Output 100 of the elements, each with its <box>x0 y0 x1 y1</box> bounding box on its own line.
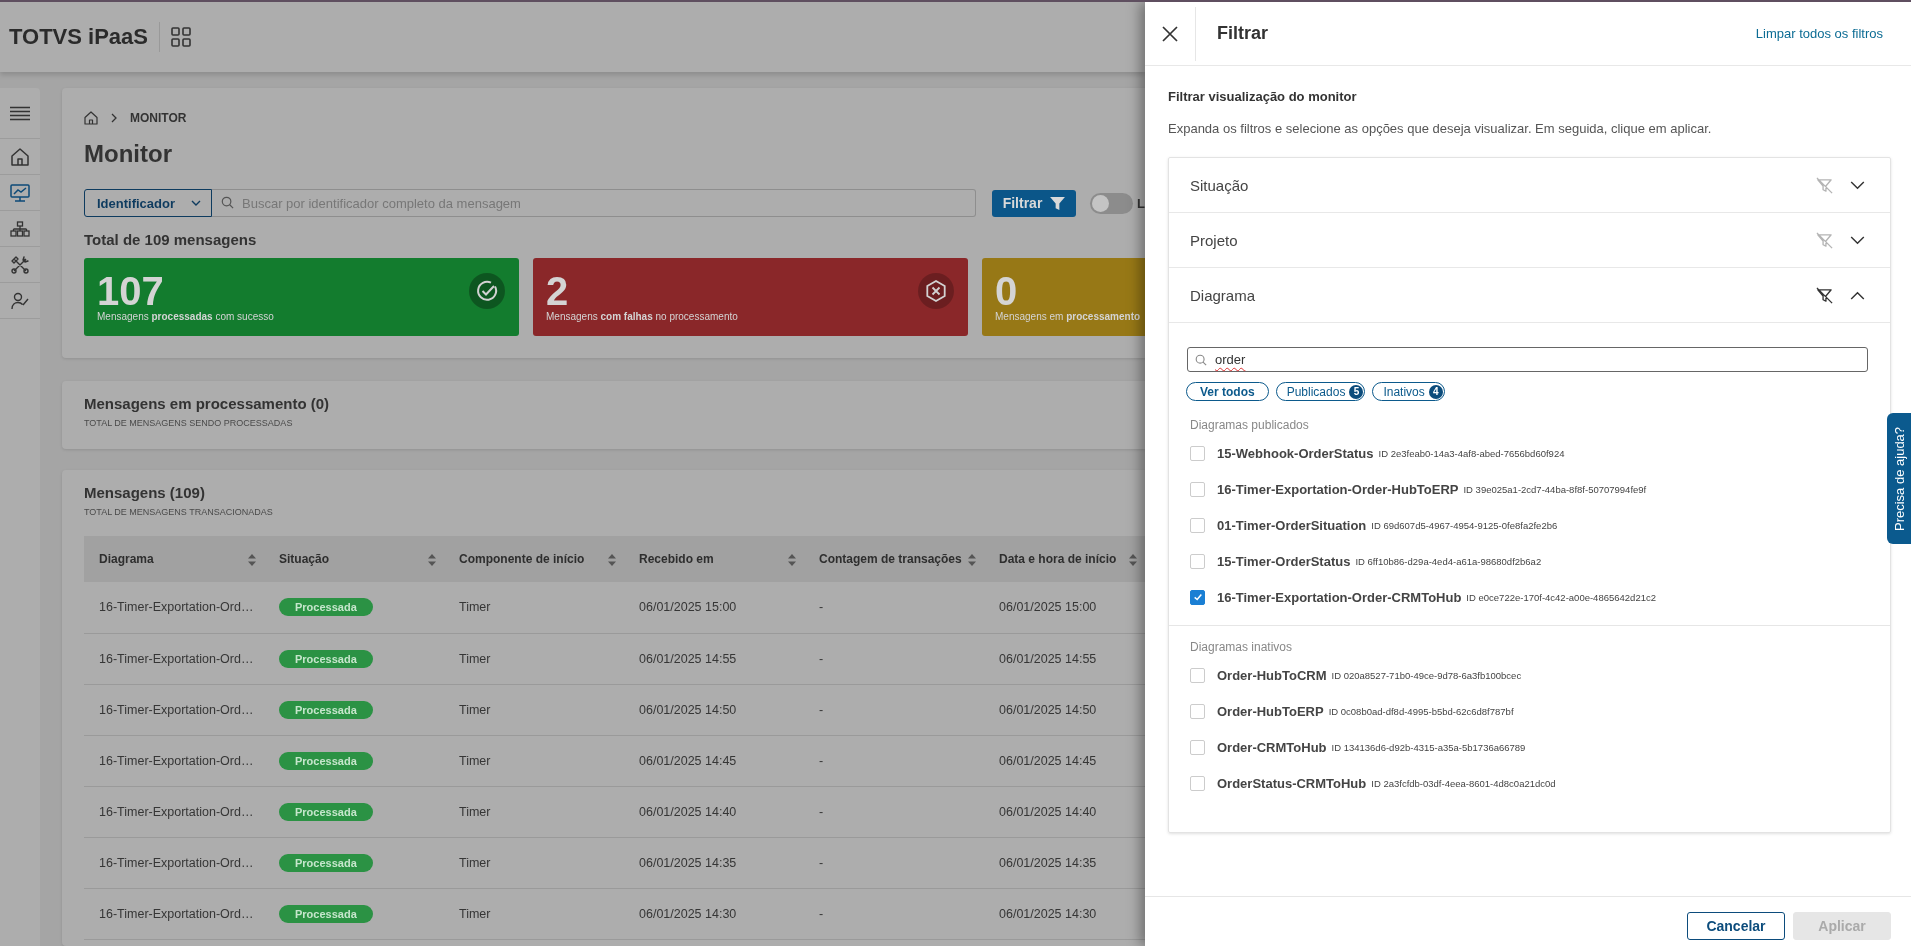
card-title: Mensagens (109) <box>84 484 206 502</box>
table-cell: 16-Timer-Exportation-Ord… <box>99 651 254 666</box>
diagram-search-field[interactable]: order <box>1187 347 1868 372</box>
hierarchy-icon[interactable] <box>10 220 30 237</box>
status-badge: Processada <box>279 598 373 617</box>
table-cell: 06/01/2025 14:30 <box>639 906 737 921</box>
table-cell: - <box>819 804 824 819</box>
table-cell: 06/01/2025 14:40 <box>999 804 1097 819</box>
search-type-select[interactable]: Identificador <box>84 189 212 217</box>
table-cell: Timer <box>459 804 491 819</box>
stat-caption: Mensagens com falhas no processamento <box>546 310 738 323</box>
diagram-name[interactable]: 01-Timer-OrderSituation <box>1217 517 1367 533</box>
home-icon[interactable] <box>84 111 98 125</box>
accordion-header[interactable]: Situação <box>1169 158 1890 213</box>
diagram-name[interactable]: 15-Timer-OrderStatus <box>1217 553 1351 569</box>
diagram-name[interactable]: 16-Timer-Exportation-Order-CRMToHub <box>1217 589 1462 605</box>
count-badge: 4 <box>1428 384 1443 399</box>
table-cell: 16-Timer-Exportation-Ord… <box>99 753 254 768</box>
stat-value: 107 <box>97 272 164 310</box>
sort-icon <box>1129 553 1137 566</box>
status-badge: Processada <box>279 853 373 872</box>
accordion-header[interactable]: Diagrama <box>1169 268 1890 323</box>
card-subtitle: TOTAL DE MENSAGENS SENDO PROCESSADAS <box>84 417 294 429</box>
table-cell: 06/01/2025 14:30 <box>999 906 1097 921</box>
checkbox[interactable] <box>1190 517 1205 533</box>
filter-off-icon[interactable] <box>1815 285 1834 305</box>
diagram-name[interactable]: OrderStatus-CRMToHub <box>1217 775 1367 791</box>
status-badge: Processada <box>279 700 373 719</box>
checkbox[interactable] <box>1190 481 1205 497</box>
table-cell: - <box>819 651 824 666</box>
table-cell: - <box>819 600 824 615</box>
toggle-switch[interactable] <box>1090 192 1133 214</box>
table-cell: Timer <box>459 855 491 870</box>
home-icon[interactable] <box>11 147 29 166</box>
diagram-name[interactable]: 15-Webhook-OrderStatus <box>1217 445 1374 461</box>
sort-icon <box>968 553 976 566</box>
check-circle-icon <box>469 273 505 309</box>
filter-chip[interactable]: Ver todos <box>1186 382 1269 401</box>
clear-filters-link[interactable]: Limpar todos os filtros <box>1755 26 1883 41</box>
chevron-down-icon <box>191 200 201 206</box>
table-cell: 16-Timer-Exportation-Ord… <box>99 600 254 615</box>
card-subtitle: TOTAL DE MENSAGENS TRANSACIONADAS <box>84 506 274 518</box>
table-cell: 16-Timer-Exportation-Ord… <box>99 804 254 819</box>
chevron-right-icon <box>111 113 117 123</box>
diagram-id: ID 2e3feab0-14a3-4af8-abed-7656bd60f924 <box>1378 447 1565 459</box>
checkbox[interactable] <box>1190 667 1205 683</box>
accordion-header[interactable]: Projeto <box>1169 213 1890 268</box>
close-icon[interactable] <box>1162 25 1178 42</box>
toggle-label: L <box>1137 195 1145 211</box>
checkbox[interactable] <box>1190 589 1205 605</box>
help-tab[interactable]: Precisa de ajuda? <box>1887 413 1911 544</box>
grid-icon[interactable] <box>171 27 191 47</box>
total-messages: Total de 109 mensagens <box>84 230 258 250</box>
table-cell: 06/01/2025 14:55 <box>639 651 737 666</box>
diagram-id: ID 020a8527-71b0-49ce-9d78-6a3fb100bcec <box>1331 669 1522 681</box>
filter-heading: Filtrar visualização do monitor <box>1168 88 1358 106</box>
diagram-name[interactable]: 16-Timer-Exportation-Order-HubToERP <box>1217 481 1459 497</box>
column-header[interactable]: Componente de início <box>444 536 624 582</box>
table-cell: 16-Timer-Exportation-Ord… <box>99 855 254 870</box>
menu-icon[interactable] <box>10 105 30 121</box>
status-badge: Processada <box>279 802 373 821</box>
column-header[interactable]: Data e hora de início <box>984 536 1145 582</box>
sort-icon <box>428 553 436 566</box>
column-header[interactable]: Contagem de transações <box>804 536 984 582</box>
search-icon <box>1195 353 1207 366</box>
sort-icon <box>608 553 616 566</box>
diagram-name[interactable]: Order-CRMToHub <box>1217 739 1327 755</box>
stat-caption: Mensagens em processamento <box>995 310 1141 323</box>
table-cell: 06/01/2025 14:35 <box>639 855 737 870</box>
checkbox[interactable] <box>1190 553 1205 569</box>
table-cell: 06/01/2025 14:50 <box>639 702 737 717</box>
sort-icon <box>248 553 256 566</box>
filter-chip[interactable]: Inativos 4 <box>1372 382 1445 401</box>
monitor-chart-icon[interactable] <box>10 183 30 202</box>
tools-icon[interactable] <box>11 255 29 274</box>
user-edit-icon[interactable] <box>11 291 29 310</box>
page-title: Monitor <box>84 140 173 168</box>
table-cell: Timer <box>459 600 491 615</box>
diagram-id: ID 6ff10b86-d29a-4ed4-a61a-98680df2b6a2 <box>1355 555 1542 567</box>
panel-title: Filtrar <box>1217 23 1268 44</box>
column-header[interactable]: Diagrama <box>84 536 264 582</box>
checkbox[interactable] <box>1190 775 1205 791</box>
table-cell: 06/01/2025 15:00 <box>639 600 737 615</box>
table-cell: 06/01/2025 14:45 <box>639 753 737 768</box>
diagram-name[interactable]: Order-HubToCRM <box>1217 667 1327 683</box>
count-badge: 5 <box>1349 384 1364 399</box>
checkbox[interactable] <box>1190 739 1205 755</box>
cancel-button[interactable]: Cancelar <box>1687 912 1785 940</box>
column-header[interactable]: Situação <box>264 536 444 582</box>
filter-chip[interactable]: Publicados 5 <box>1275 382 1366 401</box>
sort-icon <box>788 553 796 566</box>
diagram-name[interactable]: Order-HubToERP <box>1217 703 1324 719</box>
status-badge: Processada <box>279 751 373 770</box>
stat-value: 2 <box>546 272 569 310</box>
column-header[interactable]: Recebido em <box>624 536 804 582</box>
checkbox[interactable] <box>1190 703 1205 719</box>
diagram-id: ID 2a3fcfdb-03df-4eea-8601-4d8c0a21dc0d <box>1371 777 1556 789</box>
checkbox[interactable] <box>1190 445 1205 461</box>
filter-button[interactable]: Filtrar <box>992 189 1076 217</box>
table-cell: 06/01/2025 14:50 <box>999 702 1097 717</box>
